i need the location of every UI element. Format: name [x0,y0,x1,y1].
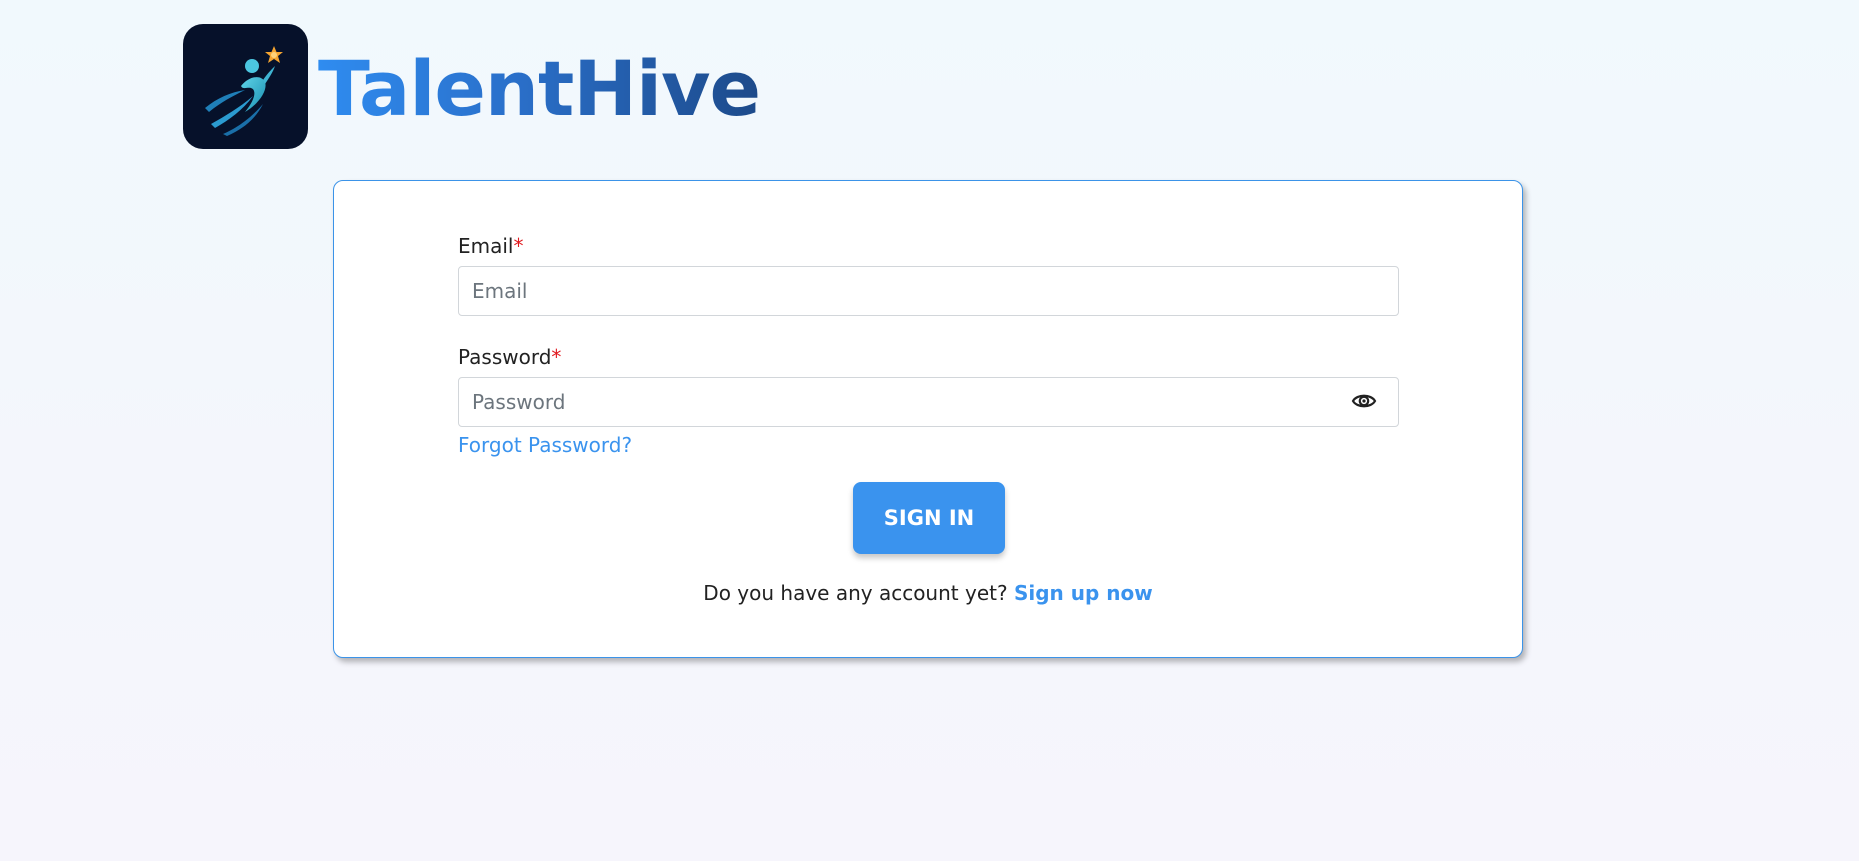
email-field[interactable] [458,266,1399,316]
email-label-text: Email [458,234,514,258]
password-label-text: Password [458,345,552,369]
forgot-password-link[interactable]: Forgot Password? [458,433,632,457]
eye-icon[interactable] [1351,390,1377,412]
signup-prompt-text: Do you have any account yet? [703,581,1008,605]
brand-name: TalentHive [318,43,761,133]
sign-up-link[interactable]: Sign up now [1014,581,1153,605]
brand-header: TalentHive [183,24,761,149]
required-mark: * [551,345,562,369]
login-card: Email* Password* Forgot Password? SIGN I… [333,180,1523,658]
email-label: Email* [458,236,524,256]
sign-in-button[interactable]: SIGN IN [853,482,1005,554]
required-mark: * [513,234,524,258]
signup-prompt-row: Do you have any account yet? Sign up now [334,581,1522,605]
password-label: Password* [458,347,561,367]
password-field[interactable] [458,377,1399,427]
runner-star-icon [183,24,308,149]
